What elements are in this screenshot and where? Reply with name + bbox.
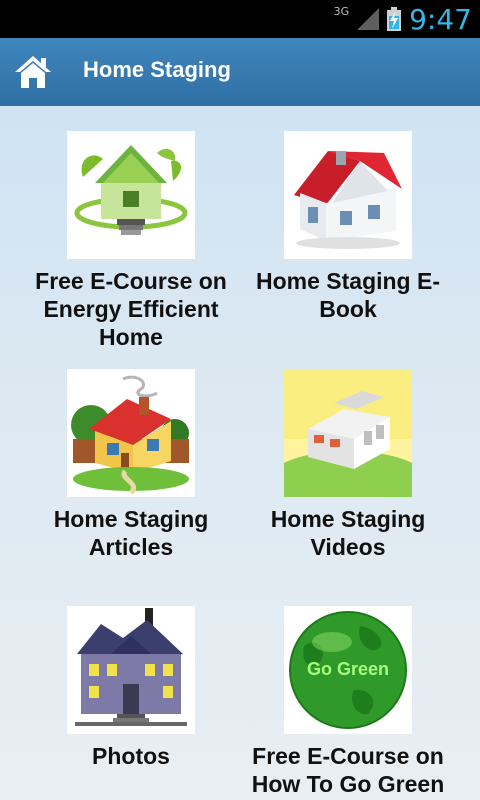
tile-label: Photos	[92, 743, 170, 769]
tile-energy-course[interactable]: Free E-Course on Energy Efficient Home	[22, 131, 240, 351]
network-type: 3G	[333, 4, 350, 18]
tile-label: Home Staging Articles	[53, 506, 209, 560]
battery-icon	[387, 7, 402, 31]
globe-badge: Go Green	[307, 659, 389, 679]
cottage-icon	[67, 369, 195, 497]
action-bar: Home Staging	[0, 38, 480, 106]
status-bar: 3G 9:47	[0, 0, 480, 38]
tile-ebook[interactable]: Home Staging E-Book	[239, 131, 457, 323]
globe-icon: Go Green	[284, 606, 412, 734]
house-icon	[284, 131, 412, 259]
tile-articles[interactable]: Home Staging Articles	[22, 369, 240, 561]
clock: 9:47	[409, 2, 472, 36]
tile-photos[interactable]: Photos	[22, 606, 240, 770]
home-icon[interactable]	[14, 54, 52, 90]
signal-icon	[357, 8, 380, 30]
modern-house-icon	[284, 369, 412, 497]
status-icons: 3G 9:47	[334, 0, 472, 38]
tile-label: Free E-Course on Energy Efficient Home	[35, 268, 227, 350]
tile-label: Free E-Course on How To Go Green	[251, 743, 445, 797]
tile-go-green-course[interactable]: Go Green Free E-Course on How To Go Gree…	[239, 606, 457, 798]
green-house-icon	[67, 131, 195, 259]
tile-label: Home Staging Videos	[270, 506, 426, 560]
tile-label: Home Staging E-Book	[255, 268, 440, 322]
tile-videos[interactable]: Home Staging Videos	[239, 369, 457, 561]
menu-grid: Free E-Course on Energy Efficient Home H…	[0, 106, 480, 800]
page-title: Home Staging	[83, 57, 231, 82]
mansion-icon	[67, 606, 195, 734]
